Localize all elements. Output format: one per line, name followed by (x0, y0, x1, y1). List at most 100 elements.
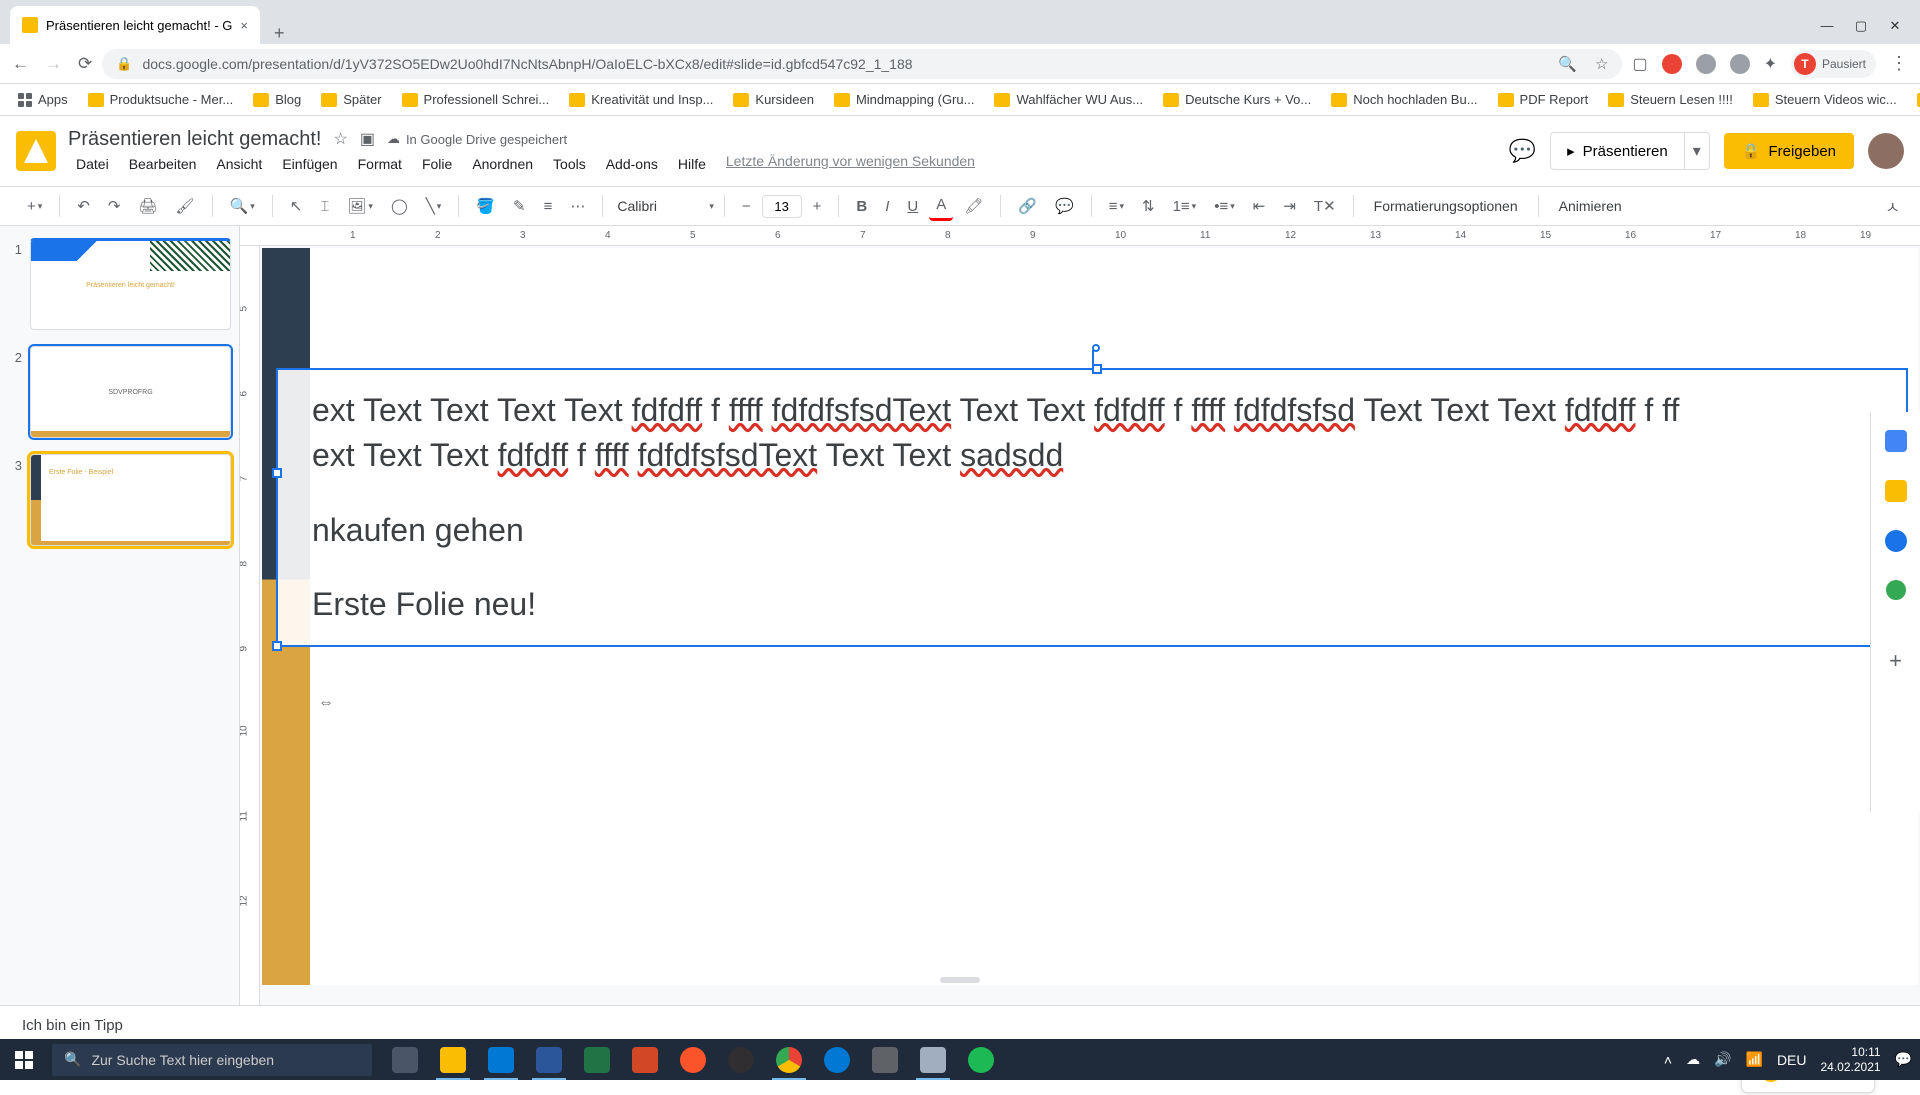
border-weight-icon[interactable]: ≡ (537, 193, 560, 220)
obs-icon[interactable] (718, 1039, 764, 1080)
notifications-icon[interactable]: 💬 (1895, 1051, 1912, 1068)
bookmark-item[interactable]: Mindmapping (Gru... (828, 89, 981, 110)
menu-datei[interactable]: Datei (68, 153, 117, 175)
forward-icon[interactable]: → (45, 54, 62, 74)
word-icon[interactable] (526, 1039, 572, 1080)
border-dash-icon[interactable]: ⋯ (563, 192, 592, 220)
highlight-icon[interactable]: 🖍 (957, 192, 990, 220)
extension-icon-2[interactable] (1730, 54, 1750, 74)
font-size-input[interactable]: 13 (762, 195, 802, 218)
menu-tools[interactable]: Tools (545, 153, 594, 175)
bold-icon[interactable]: B (849, 193, 874, 220)
bookmark-item[interactable]: Noch hochladen Bu... (1325, 89, 1483, 110)
user-avatar[interactable] (1868, 133, 1904, 169)
clock[interactable]: 10:11 24.02.2021 (1821, 1045, 1881, 1074)
calendar-icon[interactable] (1885, 430, 1907, 452)
rotate-handle[interactable] (1092, 344, 1100, 352)
browser-tab[interactable]: Präsentieren leicht gemacht! - G × (10, 6, 260, 44)
drive-status[interactable]: ☁ In Google Drive gespeichert (387, 131, 567, 147)
italic-icon[interactable]: I (878, 193, 896, 220)
resize-handle-bottom-left[interactable] (272, 641, 282, 651)
line-spacing-icon[interactable]: ⇅ (1135, 192, 1162, 220)
menu-anordnen[interactable]: Anordnen (464, 153, 541, 175)
task-view-icon[interactable] (382, 1039, 428, 1080)
font-size-decrease[interactable]: − (735, 193, 758, 220)
text-line[interactable]: Erste Folie neu! (312, 582, 1872, 627)
textbox-tool-icon[interactable]: ⌶ (313, 193, 336, 220)
font-size-increase[interactable]: + (806, 193, 829, 220)
image-tool-icon[interactable]: 🖼▾ (340, 192, 380, 220)
font-selector[interactable]: Calibri (613, 194, 703, 218)
chrome-menu-icon[interactable]: ⋮ (1890, 53, 1908, 74)
menu-folie[interactable]: Folie (414, 153, 460, 175)
indent-increase-icon[interactable]: ⇥ (1276, 192, 1303, 220)
menu-format[interactable]: Format (350, 153, 410, 175)
bookmark-item[interactable]: Wahlfächer WU Aus... (988, 89, 1149, 110)
bookmark-item[interactable]: Produktsuche - Mer... (82, 89, 240, 110)
bookmark-star-icon[interactable]: ☆ (1595, 55, 1608, 73)
paint-format-icon[interactable]: 🖌 (169, 192, 202, 220)
clear-format-icon[interactable]: T✕ (1307, 192, 1343, 220)
start-button[interactable] (0, 1039, 48, 1080)
text-line[interactable]: ext Text Text Text Text fdfdff f ffff fd… (312, 388, 1872, 433)
window-maximize-icon[interactable]: ▢ (1854, 18, 1868, 34)
menu-ansicht[interactable]: Ansicht (208, 153, 270, 175)
bookmark-item[interactable]: Kursideen (727, 89, 820, 110)
text-line[interactable]: ext Text Text fdfdff f ffff fdfdfsfsdTex… (312, 433, 1872, 478)
edge-icon[interactable] (814, 1039, 860, 1080)
bookmark-item[interactable]: Kreativität und Insp... (563, 89, 719, 110)
text-box-selected[interactable]: ext Text Text Text Text fdfdff f ffff fd… (276, 368, 1908, 647)
print-icon[interactable]: 🖨 (131, 192, 164, 220)
slides-logo-icon[interactable] (16, 131, 56, 171)
tray-expand-icon[interactable]: ˄ (1664, 1052, 1672, 1068)
tasks-icon[interactable] (1885, 530, 1907, 552)
menu-einfuegen[interactable]: Einfügen (274, 153, 345, 175)
profile-button[interactable]: T Pausiert (1791, 50, 1876, 78)
bookmark-item[interactable]: PDF Report (1492, 89, 1595, 110)
apps-button[interactable]: Apps (12, 89, 74, 110)
extensions-puzzle-icon[interactable]: ✦ (1764, 54, 1777, 74)
numbered-list-icon[interactable]: 1≡▾ (1166, 193, 1204, 220)
menu-hilfe[interactable]: Hilfe (670, 153, 714, 175)
windows-search-input[interactable]: 🔍 Zur Suche Text hier eingeben (52, 1044, 372, 1076)
notepad-icon[interactable] (910, 1039, 956, 1080)
file-explorer-icon[interactable] (430, 1039, 476, 1080)
bookmark-item[interactable]: Professionell Schrei... (396, 89, 556, 110)
bookmark-item[interactable]: Steuern Lesen !!!! (1602, 89, 1739, 110)
star-icon[interactable]: ☆ (333, 129, 347, 149)
extension-icon[interactable] (1696, 54, 1716, 74)
spotify-icon[interactable] (958, 1039, 1004, 1080)
insert-link-icon[interactable]: 🔗 (1011, 192, 1044, 220)
volume-icon[interactable]: 🔊 (1714, 1051, 1731, 1068)
canvas-area[interactable]: 1 2 3 4 5 6 7 8 9 10 11 12 13 14 15 16 1… (240, 226, 1920, 1005)
present-button[interactable]: ▸ Präsentieren (1550, 132, 1685, 170)
address-bar[interactable]: 🔒 docs.google.com/presentation/d/1yV372S… (102, 49, 1622, 79)
select-tool-icon[interactable]: ↖ (283, 192, 310, 220)
window-close-icon[interactable]: ✕ (1888, 18, 1902, 34)
doc-title[interactable]: Präsentieren leicht gemacht! (68, 128, 321, 151)
bulleted-list-icon[interactable]: •≡▾ (1207, 193, 1242, 220)
app-icon[interactable] (862, 1039, 908, 1080)
collapse-toolbar-icon[interactable]: ㅅ (1885, 194, 1900, 218)
resize-handle-top[interactable] (1092, 364, 1102, 374)
excel-icon[interactable] (574, 1039, 620, 1080)
brave-icon[interactable] (670, 1039, 716, 1080)
mail-icon[interactable] (478, 1039, 524, 1080)
bookmark-item[interactable]: Blog (247, 89, 307, 110)
bookmark-item[interactable]: Büro (1911, 89, 1920, 110)
zoom-icon[interactable]: 🔍▾ (223, 192, 262, 220)
align-icon[interactable]: ≡▾ (1102, 193, 1131, 220)
reload-icon[interactable]: ⟳ (78, 54, 92, 74)
text-line[interactable]: nkaufen gehen (312, 508, 1872, 553)
insert-comment-icon[interactable]: 💬 (1048, 192, 1081, 220)
present-dropdown-icon[interactable]: ▾ (1685, 132, 1710, 170)
menu-addons[interactable]: Add-ons (598, 153, 666, 175)
language-indicator[interactable]: DEU (1777, 1052, 1807, 1068)
slide-thumbnail-1[interactable]: Präsentieren leicht gemacht! (30, 238, 231, 330)
cloud-search-icon[interactable] (1886, 580, 1906, 600)
undo-icon[interactable]: ↶ (70, 192, 97, 220)
format-options-button[interactable]: Formatierungsoptionen (1364, 191, 1528, 221)
wifi-icon[interactable]: 📶 (1746, 1051, 1763, 1068)
line-tool-icon[interactable]: ╲▾ (419, 192, 449, 220)
chrome-icon[interactable] (766, 1039, 812, 1080)
